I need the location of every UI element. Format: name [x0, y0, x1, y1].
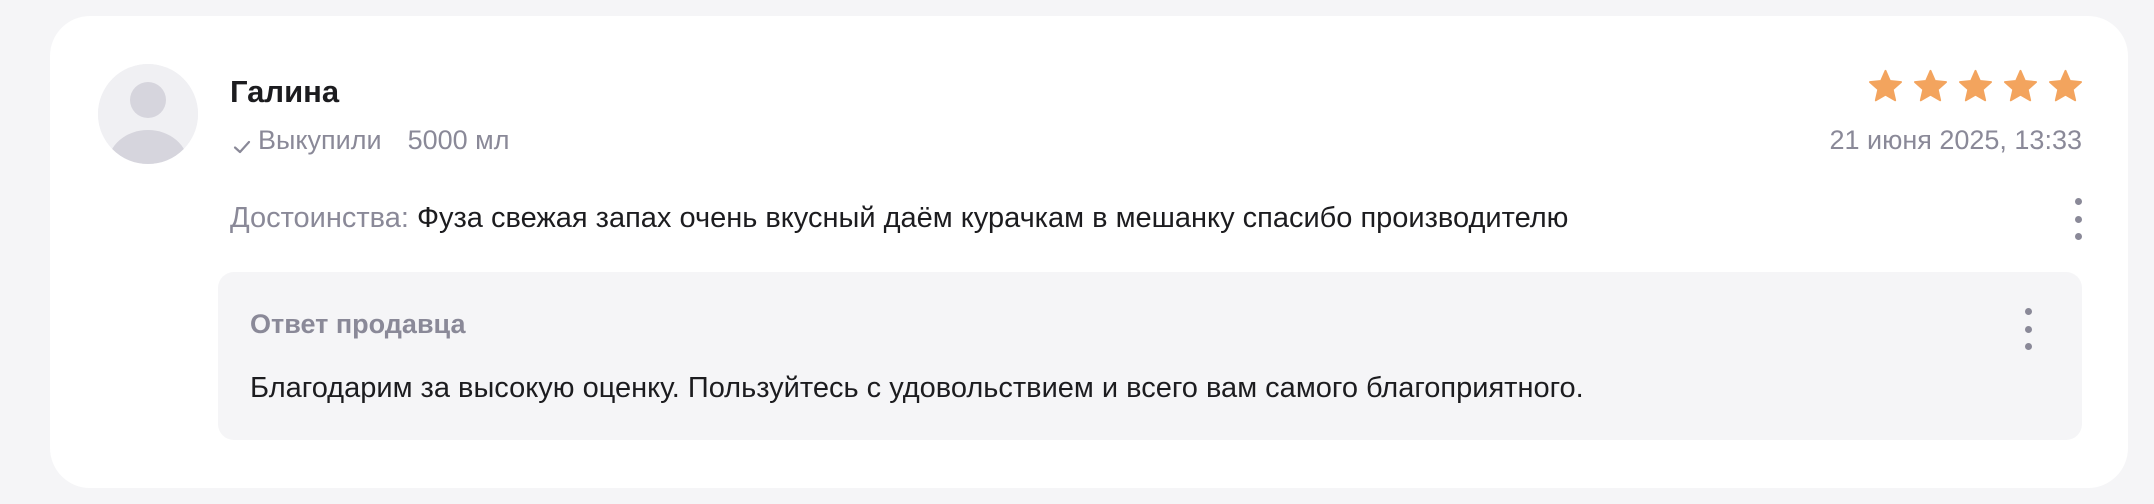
seller-answer-text: Благодарим за высокую оценку. Пользуйтес… [250, 372, 1584, 404]
user-avatar-icon [98, 64, 198, 164]
seller-answer-title: Ответ продавца [250, 309, 466, 339]
seller-answer: Ответ продавца Благодарим за высокую оце… [218, 272, 2082, 440]
star-icon [1959, 69, 1992, 102]
product-variant: 5000 мл [407, 125, 510, 155]
review-meta: Выкупили 5000 мл [232, 122, 509, 158]
purchase-status: Выкупили [258, 125, 382, 155]
star-icon [1914, 69, 1947, 102]
review-card: Галина Выкупили 5000 мл 21 июня 2025, 13… [50, 16, 2128, 488]
seller-answer-more-menu-icon[interactable] [2022, 308, 2034, 350]
review-author: Галина [230, 74, 340, 109]
check-icon [232, 130, 252, 154]
rating-stars [1867, 68, 2084, 105]
star-icon [1869, 69, 1902, 102]
star-icon [2004, 69, 2037, 102]
review-pros: Достоинства: Фуза свежая запах очень вкус… [230, 198, 1568, 238]
pros-text: Фуза свежая запах очень вкусный даём кур… [416, 202, 1569, 234]
pros-label: Достоинства: [230, 202, 409, 234]
review-date: 21 июня 2025, 13:33 [1829, 125, 2082, 155]
star-icon [2049, 69, 2082, 102]
review-more-menu-icon[interactable] [2072, 198, 2084, 240]
